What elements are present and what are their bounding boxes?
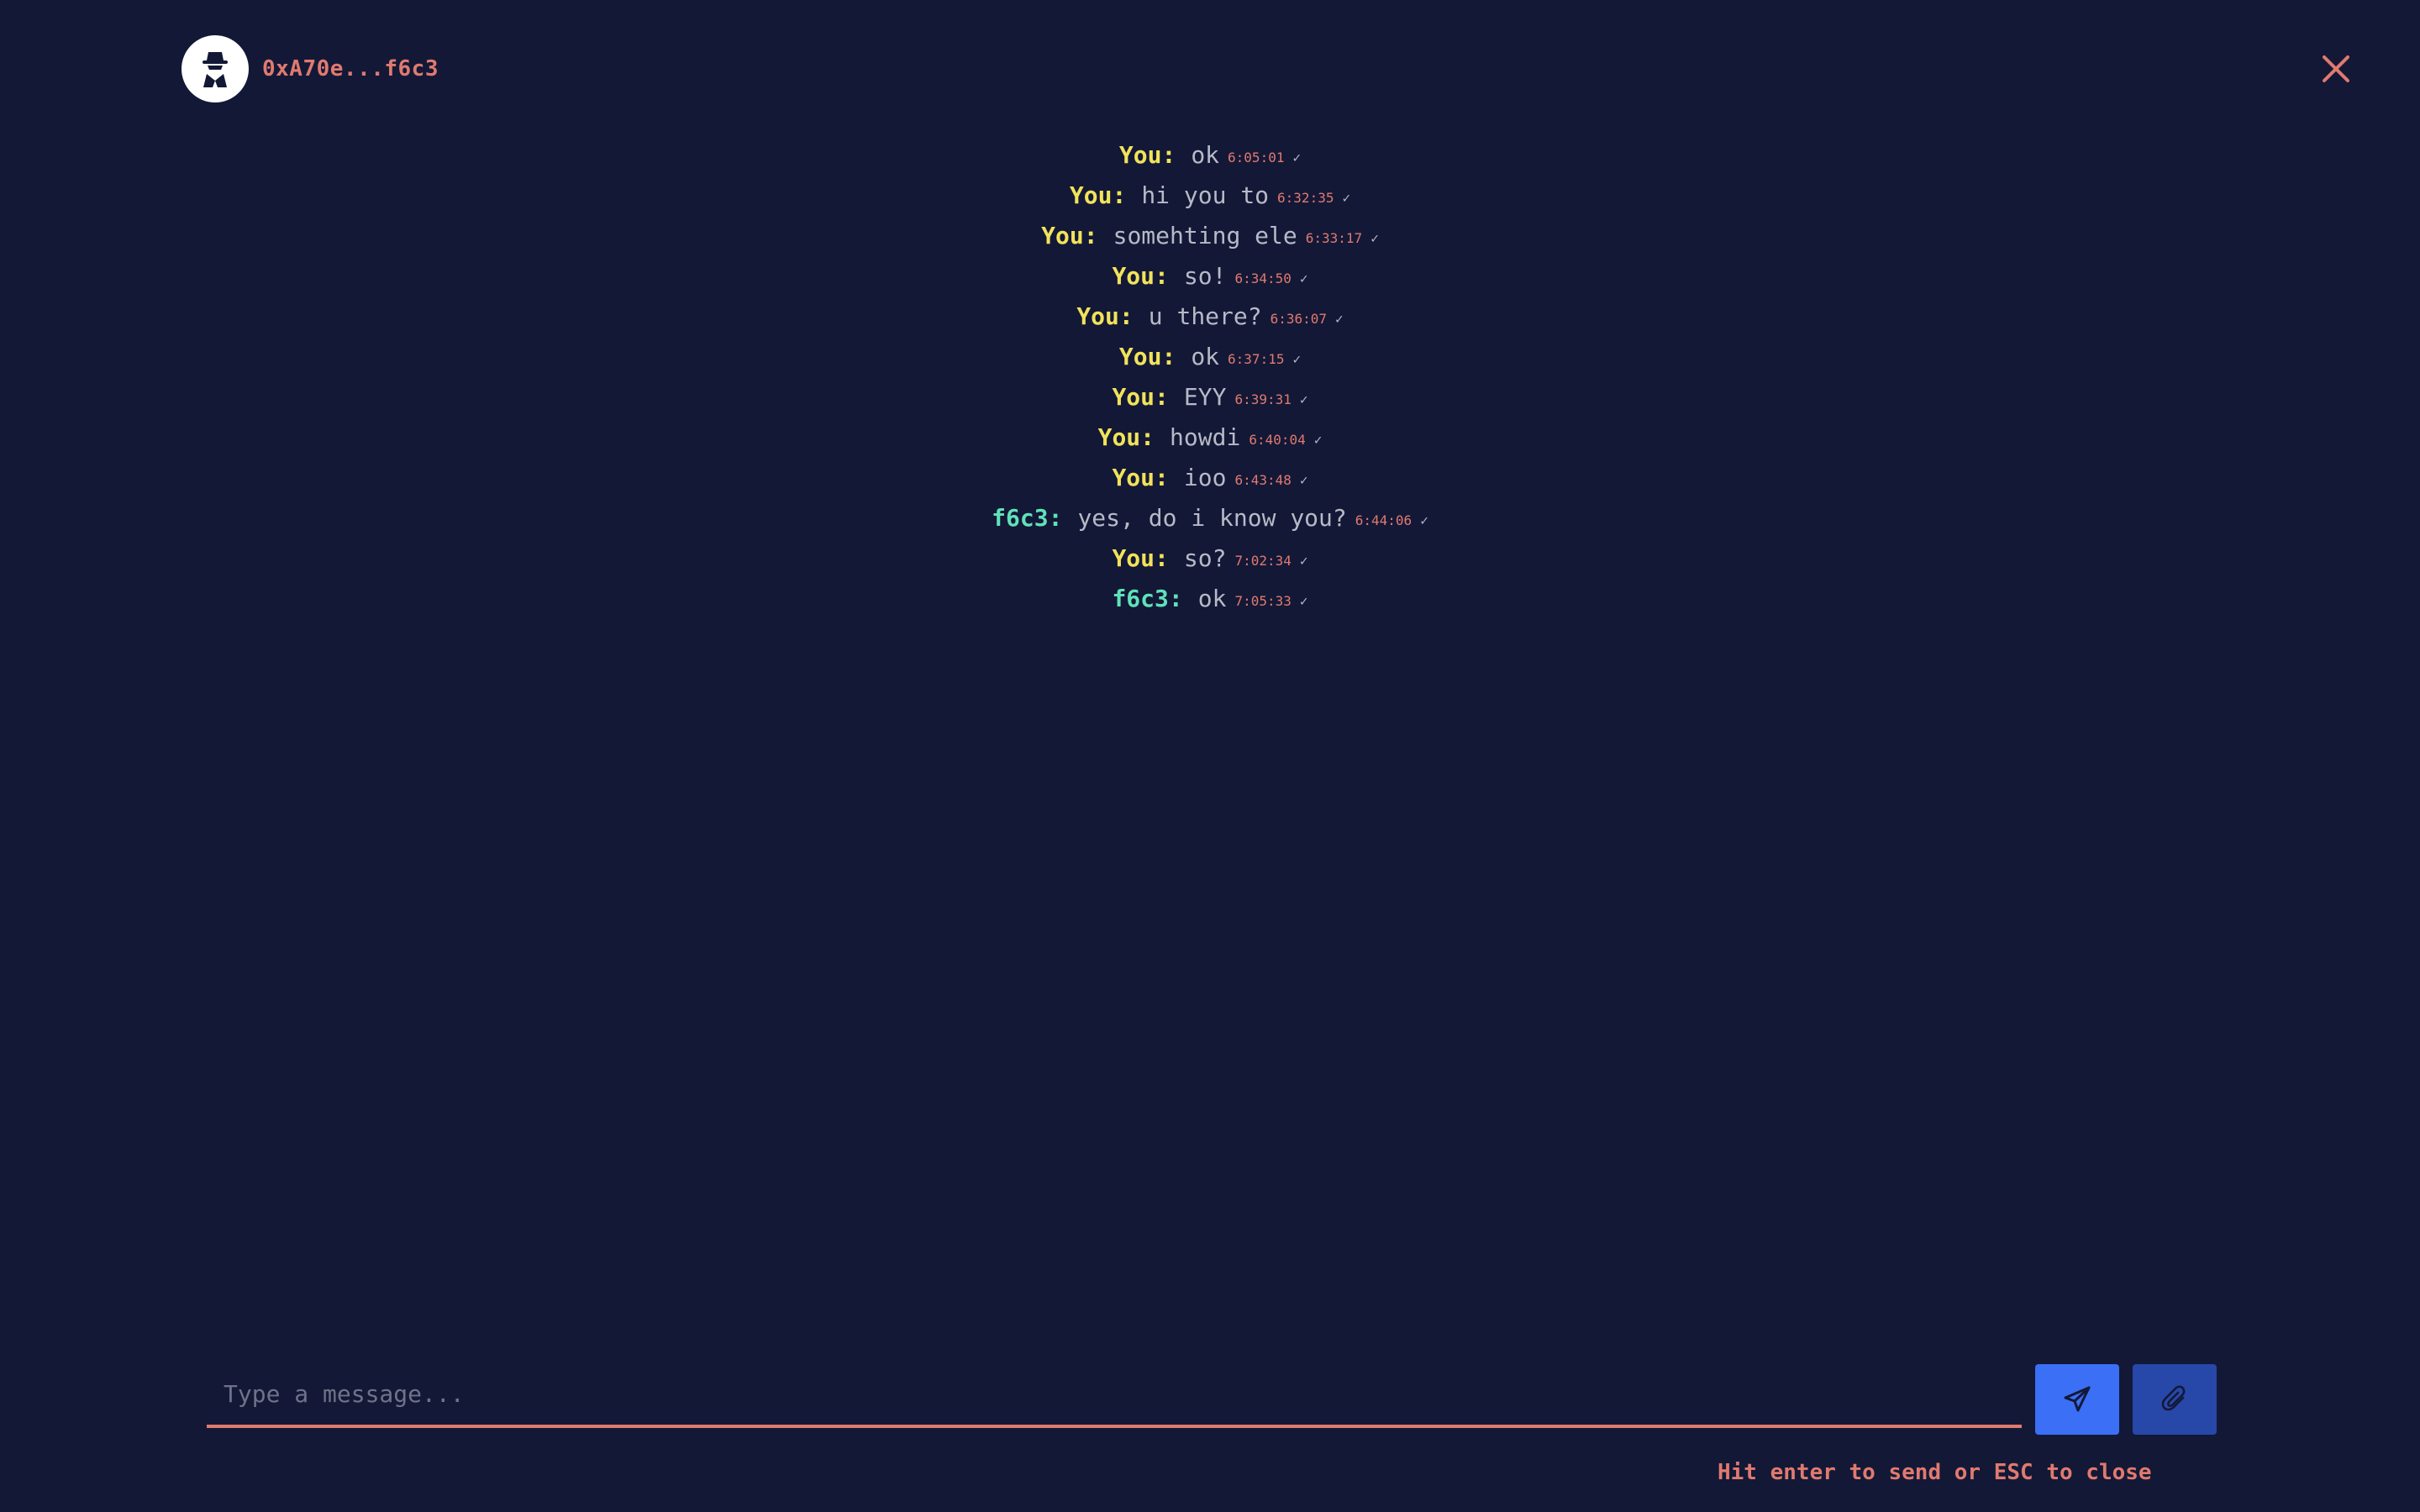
message-time: 6:34:50 [1234, 270, 1292, 286]
avatar [182, 35, 249, 102]
message-sender: You: [1112, 382, 1169, 411]
message-sender: f6c3: [1112, 584, 1183, 612]
attach-button[interactable] [2133, 1364, 2217, 1435]
message-row: You: ioo 6:43:48 ✓ [1112, 457, 1307, 497]
delivered-check-icon: ✓ [1299, 391, 1308, 407]
message-time: 6:32:35 [1277, 189, 1334, 206]
message-composer [207, 1362, 2022, 1431]
message-text: ok [1197, 584, 1227, 612]
message-sender: You: [1097, 423, 1155, 451]
message-sender: You: [1112, 463, 1169, 491]
message-text: so! [1183, 261, 1227, 290]
message-text: u there? [1148, 302, 1262, 330]
delivered-check-icon: ✓ [1420, 512, 1428, 528]
message-time: 6:33:17 [1305, 229, 1363, 246]
message-time: 6:43:48 [1234, 471, 1292, 488]
message-text: so? [1183, 543, 1227, 572]
message-row: You: howdi 6:40:04 ✓ [1098, 417, 1323, 457]
close-button[interactable] [2319, 52, 2353, 86]
message-sender: You: [1118, 140, 1176, 169]
send-button[interactable] [2035, 1364, 2119, 1435]
message-time: 6:36:07 [1270, 310, 1328, 327]
message-time: 7:05:33 [1234, 592, 1292, 609]
message-sender: You: [1112, 543, 1169, 572]
message-time: 6:40:04 [1249, 431, 1306, 448]
message-text: ok [1191, 140, 1220, 169]
message-text: hi you to [1141, 181, 1270, 209]
message-row: You: somehting ele 6:33:17 ✓ [1041, 215, 1379, 255]
delivered-check-icon: ✓ [1299, 471, 1308, 488]
chat-window: 0xA70e...f6c3 You: ok 6:05:01 ✓ You: hi … [0, 0, 2420, 1512]
message-text: howdi [1170, 423, 1241, 451]
message-row: You: so? 7:02:34 ✓ [1112, 538, 1307, 578]
message-row: f6c3: yes, do i know you? 6:44:06 ✓ [992, 497, 1428, 538]
send-icon [2064, 1386, 2091, 1412]
delivered-check-icon: ✓ [1342, 189, 1351, 206]
message-text: somehting ele [1113, 221, 1297, 249]
message-sender: You: [1041, 221, 1098, 249]
spy-icon [203, 52, 228, 87]
close-icon [2323, 55, 2349, 82]
delivered-check-icon: ✓ [1299, 552, 1308, 569]
chat-header: 0xA70e...f6c3 [182, 35, 439, 102]
keyboard-hint: Hit enter to send or ESC to close [1718, 1460, 2152, 1485]
paperclip-icon [2161, 1385, 2186, 1411]
message-sender: You: [1118, 342, 1176, 370]
message-time: 7:02:34 [1234, 552, 1292, 569]
delivered-check-icon: ✓ [1299, 592, 1308, 609]
message-list: You: ok 6:05:01 ✓ You: hi you to 6:32:35… [0, 134, 2420, 618]
message-sender: You: [1069, 181, 1127, 209]
message-time: 6:39:31 [1234, 391, 1292, 407]
message-row: You: u there? 6:36:07 ✓ [1076, 296, 1343, 336]
message-row: You: ok 6:05:01 ✓ [1119, 134, 1301, 175]
message-input[interactable] [207, 1362, 2022, 1428]
message-time: 6:44:06 [1355, 512, 1413, 528]
delivered-check-icon: ✓ [1299, 270, 1308, 286]
delivered-check-icon: ✓ [1313, 431, 1323, 448]
message-time: 6:05:01 [1228, 149, 1285, 165]
message-row: You: so! 6:34:50 ✓ [1112, 255, 1307, 296]
message-text: yes, do i know you? [1077, 503, 1347, 532]
message-sender: f6c3: [992, 503, 1063, 532]
delivered-check-icon: ✓ [1370, 229, 1379, 246]
message-text: ok [1191, 342, 1220, 370]
delivered-check-icon: ✓ [1335, 310, 1344, 327]
delivered-check-icon: ✓ [1292, 350, 1302, 367]
message-sender: You: [1076, 302, 1134, 330]
message-sender: You: [1112, 261, 1169, 290]
message-time: 6:37:15 [1228, 350, 1285, 367]
message-text: EYY [1183, 382, 1227, 411]
message-row: f6c3: ok 7:05:33 ✓ [1112, 578, 1307, 618]
contact-address: 0xA70e...f6c3 [262, 56, 439, 81]
message-row: You: ok 6:37:15 ✓ [1119, 336, 1301, 376]
message-text: ioo [1183, 463, 1227, 491]
message-row: You: EYY 6:39:31 ✓ [1112, 376, 1307, 417]
message-row: You: hi you to 6:32:35 ✓ [1070, 175, 1350, 215]
delivered-check-icon: ✓ [1292, 149, 1302, 165]
